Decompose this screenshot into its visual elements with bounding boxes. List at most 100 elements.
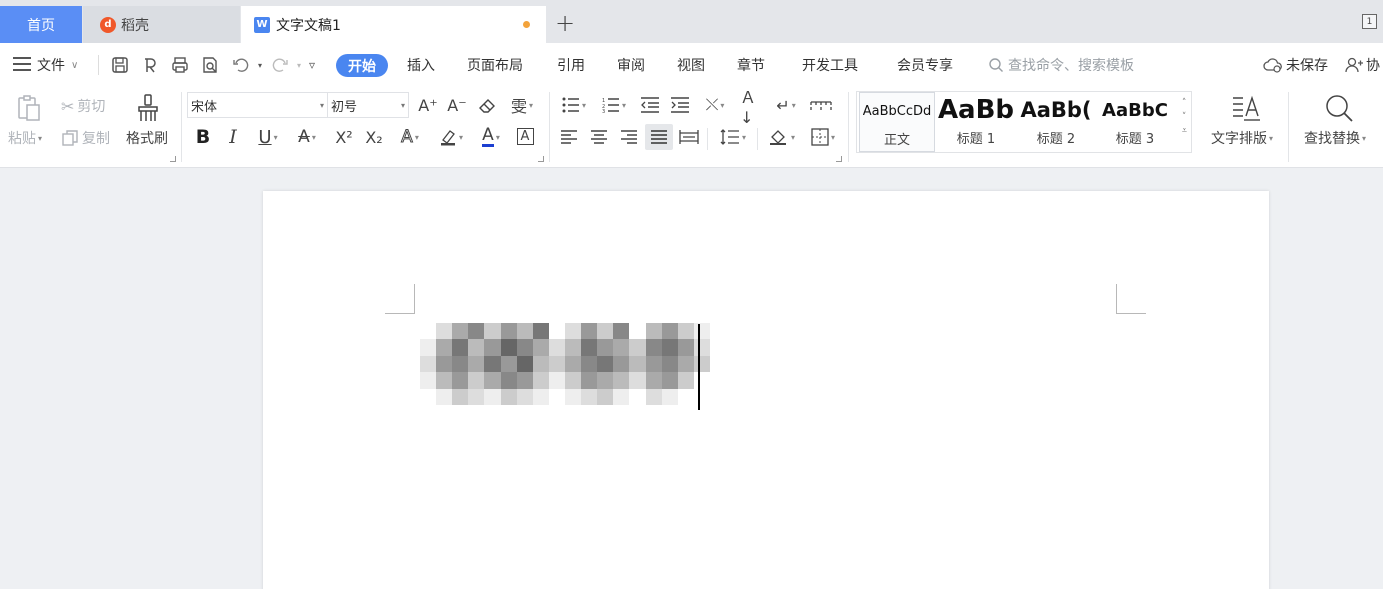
char-border-label: A — [516, 127, 534, 145]
file-menu[interactable]: 文件 ∨ — [37, 55, 78, 75]
format-painter-button[interactable]: 格式刷 — [126, 128, 168, 148]
mosaic-cell — [629, 355, 646, 373]
tab-document[interactable]: W 文字文稿1 — [241, 6, 546, 43]
highlight-button[interactable]: ▾ — [434, 124, 468, 150]
tab-daoke[interactable]: d 稻壳 — [83, 6, 240, 43]
numbering-button[interactable]: 1 2 3 ▾ — [598, 94, 630, 116]
undo-dropdown-icon[interactable]: ▾ — [250, 55, 270, 75]
paragraph-launcher-icon[interactable] — [836, 156, 842, 162]
borders-button[interactable]: ▾ — [805, 126, 841, 148]
distributed-align-button[interactable] — [678, 126, 700, 148]
strikethrough-button[interactable]: A ▾ — [291, 124, 323, 150]
mosaic-cell — [597, 323, 614, 340]
window-count-badge[interactable]: 1 — [1362, 14, 1377, 29]
cut-button[interactable]: ✂ 剪切 — [61, 96, 105, 116]
print-icon[interactable] — [170, 55, 190, 75]
chevron-down-icon: ▾ — [529, 100, 534, 110]
find-replace-button[interactable]: 查找替换 ▾ — [1304, 128, 1366, 148]
char-border-button[interactable]: A — [515, 126, 535, 146]
collaborate-button[interactable]: 协 — [1345, 55, 1380, 75]
chevron-down-icon: ▾ — [791, 100, 796, 110]
text-effect-button[interactable]: A ▾ — [393, 124, 427, 150]
chinese-layout-button[interactable]: ⤬ ▾ — [698, 94, 732, 116]
show-marks-button[interactable]: ↵ ▾ — [768, 94, 804, 116]
unsaved-dot-icon — [523, 21, 530, 28]
clear-format-button[interactable] — [476, 94, 498, 116]
grow-font-button[interactable]: A⁺ — [417, 94, 439, 116]
undo-icon[interactable] — [231, 55, 251, 75]
customize-toolbar-icon[interactable]: ▿ — [302, 55, 322, 75]
clipboard-launcher-icon[interactable] — [170, 156, 176, 162]
mosaic-cell — [564, 323, 582, 340]
justify-button[interactable] — [645, 124, 673, 150]
ribbon-tab-insert[interactable]: 插入 — [407, 55, 435, 75]
superscript-button[interactable]: X² — [331, 124, 357, 150]
tab-home[interactable]: 首页 — [0, 6, 82, 43]
font-launcher-icon[interactable] — [538, 156, 544, 162]
collaborate-label: 协 — [1366, 58, 1380, 74]
save-status[interactable]: 未保存 — [1263, 55, 1328, 75]
ribbon-tab-page-layout[interactable]: 页面布局 — [467, 55, 523, 75]
text-layout-icon[interactable] — [1228, 94, 1262, 124]
align-center-icon — [591, 130, 607, 144]
increase-indent-button[interactable] — [668, 94, 692, 116]
document-page[interactable] — [263, 191, 1269, 589]
format-painter-icon[interactable] — [135, 92, 161, 124]
align-left-button[interactable] — [558, 126, 580, 148]
new-tab-button[interactable]: + — [555, 8, 575, 38]
hamburger-menu-icon[interactable] — [13, 57, 31, 71]
mosaic-cell — [629, 388, 646, 405]
style-heading-1[interactable]: AaBb 标题 1 — [937, 92, 1015, 152]
font-color-button[interactable]: A ▾ — [474, 124, 508, 150]
shrink-font-button[interactable]: A⁻ — [446, 94, 468, 116]
text-layout-button[interactable]: 文字排版 ▾ — [1211, 128, 1273, 148]
paste-button[interactable]: 粘贴 ▾ — [8, 128, 42, 148]
mosaic-cell — [629, 339, 646, 356]
bold-button[interactable]: B — [193, 124, 213, 150]
copy-button[interactable]: 复制 — [61, 128, 110, 148]
mosaic-cell — [597, 355, 614, 373]
ribbon-tab-member[interactable]: 会员专享 — [897, 55, 953, 75]
style-heading-3[interactable]: AaBbC 标题 3 — [1097, 92, 1173, 152]
ribbon-tab-references[interactable]: 引用 — [557, 55, 585, 75]
style-normal[interactable]: AaBbCcDd 正文 — [859, 92, 935, 152]
save-icon[interactable] — [110, 55, 130, 75]
export-pdf-icon[interactable] — [140, 55, 160, 75]
styles-gallery-scroll[interactable]: ˄ ˅ ⩡ — [1182, 96, 1187, 138]
mosaic-cell — [516, 372, 533, 389]
phonetic-guide-button[interactable]: 雯 ▾ — [505, 94, 539, 116]
chevron-down-icon: ▾ — [458, 132, 463, 142]
line-spacing-button[interactable]: ▾ — [715, 126, 751, 148]
ribbon-tab-view[interactable]: 视图 — [677, 55, 705, 75]
ribbon-tab-developer[interactable]: 开发工具 — [802, 55, 858, 75]
chevron-up-icon[interactable]: ˄ — [1182, 96, 1187, 110]
shading-button[interactable]: ▾ — [764, 126, 800, 148]
paint-bucket-icon — [769, 130, 786, 145]
font-size-combo[interactable]: 初号 ▾ — [327, 92, 409, 118]
outdent-icon — [641, 97, 659, 113]
paste-icon[interactable] — [14, 92, 44, 124]
underline-button[interactable]: U ▾ — [252, 124, 284, 150]
subscript-button[interactable]: X₂ — [361, 124, 387, 150]
command-search[interactable]: 查找命令、搜索模板 — [988, 55, 1134, 75]
decrease-indent-button[interactable] — [638, 94, 662, 116]
ribbon-tab-start[interactable]: 开始 — [336, 54, 388, 77]
ribbon-tab-sections[interactable]: 章节 — [737, 55, 765, 75]
magnifier-icon[interactable] — [1322, 92, 1356, 124]
chevron-down-icon[interactable]: ˅ — [1182, 110, 1187, 124]
mosaic-cell — [436, 323, 453, 340]
menu-row: 文件 ∨ ▾ ▾ ▿ 开始 插入 页面布局 引用 审阅 视图 章节 开发工具 会… — [0, 43, 1383, 88]
expand-gallery-icon[interactable]: ⩡ — [1182, 124, 1187, 138]
align-center-button[interactable] — [588, 126, 610, 148]
chevron-down-icon: ▾ — [720, 100, 725, 110]
italic-button[interactable]: I — [223, 124, 243, 150]
bullets-button[interactable]: ▾ — [558, 94, 590, 116]
tab-stops-button[interactable] — [808, 94, 834, 116]
sort-button[interactable]: Ａ↓ — [740, 88, 764, 127]
ribbon-tab-review[interactable]: 审阅 — [617, 55, 645, 75]
redo-icon[interactable] — [270, 55, 290, 75]
font-name-combo[interactable]: 宋体 ▾ — [187, 92, 328, 118]
style-heading-2[interactable]: AaBb( 标题 2 — [1017, 92, 1095, 152]
print-preview-icon[interactable] — [200, 55, 220, 75]
align-right-button[interactable] — [618, 126, 640, 148]
